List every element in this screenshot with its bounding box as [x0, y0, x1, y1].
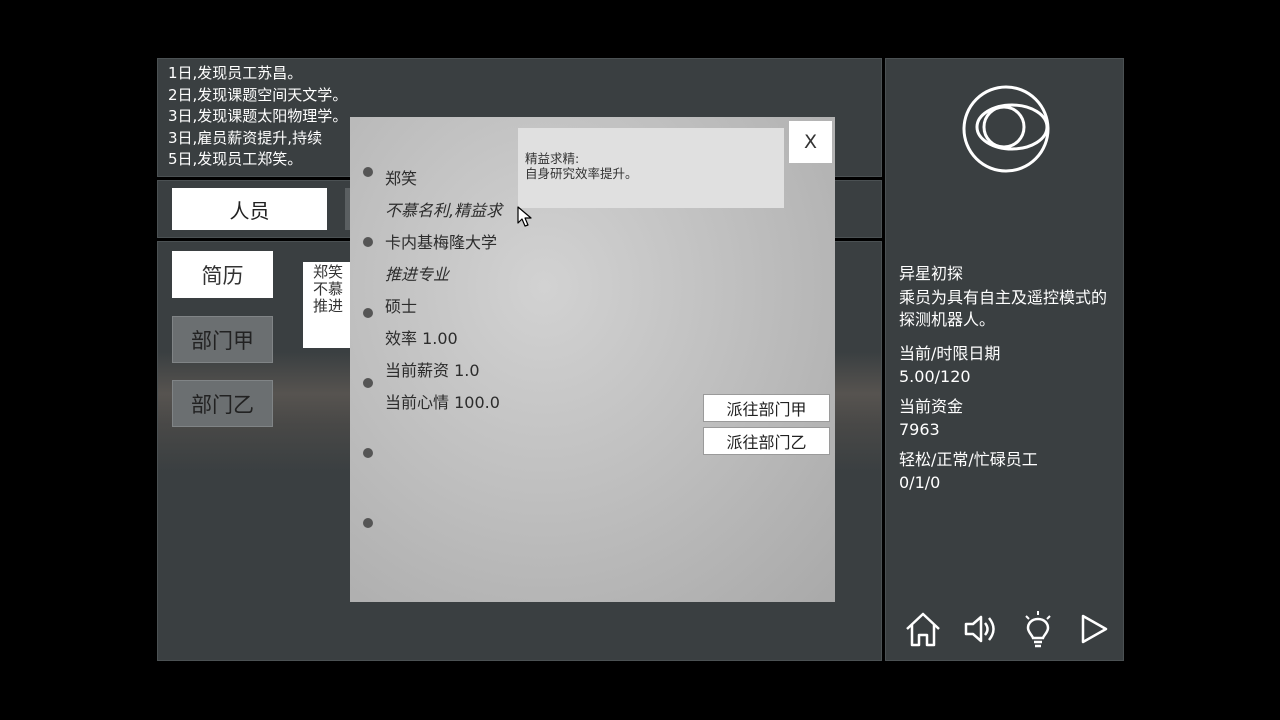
lightbulb-icon[interactable] — [1018, 609, 1058, 649]
log-entry: 2日,发现课题空间天文学。 — [168, 85, 348, 104]
employee-efficiency: 效率 1.00 — [385, 329, 458, 348]
bullet-marker — [363, 308, 373, 318]
employee-trait[interactable]: 不慕名利,精益求 — [385, 197, 502, 221]
mission-description: 乘员为具有自主及遥控模式的探测机器人。 — [899, 288, 1108, 329]
employee-mood: 当前心情 100.0 — [385, 393, 500, 412]
assign-dept-b-button[interactable]: 派往部门乙 — [703, 427, 830, 455]
resume-button[interactable]: 简历 — [172, 251, 273, 298]
bullet-marker — [363, 518, 373, 528]
log-entry: 3日,雇员薪资提升,持续 — [168, 128, 323, 147]
event-log-list: 1日,发现员工苏昌。 2日,发现课题空间天文学。 3日,发现课题太阳物理学。 3… — [168, 63, 347, 171]
close-button[interactable]: X — [789, 121, 832, 163]
trait-tooltip: 精益求精: 自身研究效率提升。 — [518, 128, 784, 208]
log-entry: 1日,发现员工苏昌。 — [168, 64, 303, 82]
employee-degree: 硕士 — [385, 297, 418, 316]
mission-name: 异星初探 — [899, 264, 964, 283]
funds-label: 当前资金 — [899, 397, 964, 416]
game-logo-icon — [962, 85, 1050, 173]
info-side-panel: 异星初探 乘员为具有自主及遥控模式的探测机器人。 当前/时限日期 5.00/12… — [885, 58, 1124, 661]
staff-value: 0/1/0 — [899, 473, 941, 492]
staff-label: 轻松/正常/忙碌员工 — [899, 450, 1038, 469]
funds-value: 7963 — [899, 420, 940, 439]
tooltip-title: 精益求精: — [525, 151, 580, 166]
date-label: 当前/时限日期 — [899, 344, 1001, 363]
log-entry: 3日,发现课题太阳物理学。 — [168, 107, 348, 125]
bullet-marker — [363, 378, 373, 388]
assign-dept-a-button[interactable]: 派往部门甲 — [703, 394, 830, 422]
bullet-marker — [363, 167, 373, 177]
bullet-marker — [363, 237, 373, 247]
employee-salary: 当前薪资 1.0 — [385, 361, 480, 380]
employee-detail-dialog: 郑笑 不慕名利,精益求 卡内基梅隆大学 推进专业 硕士 效率 1.00 当前薪资… — [350, 117, 835, 602]
employee-school: 卡内基梅隆大学 — [385, 233, 498, 252]
play-icon[interactable] — [1073, 609, 1113, 649]
date-value: 5.00/120 — [899, 367, 971, 386]
tooltip-body: 自身研究效率提升。 — [525, 166, 638, 181]
mouse-cursor-icon — [517, 206, 532, 227]
log-entry: 5日,发现员工郑笑。 — [168, 150, 303, 168]
employee-major[interactable]: 推进专业 — [385, 261, 449, 285]
game-screen: 1日,发现员工苏昌。 2日,发现课题空间天文学。 3日,发现课题太阳物理学。 3… — [0, 0, 1280, 720]
bullet-marker — [363, 448, 373, 458]
department-a-button[interactable]: 部门甲 — [172, 316, 273, 363]
employee-name: 郑笑 — [385, 169, 418, 188]
department-b-button[interactable]: 部门乙 — [172, 380, 273, 427]
sound-icon[interactable] — [961, 609, 1001, 649]
tab-personnel[interactable]: 人员 — [172, 188, 327, 230]
home-icon[interactable] — [903, 609, 943, 649]
